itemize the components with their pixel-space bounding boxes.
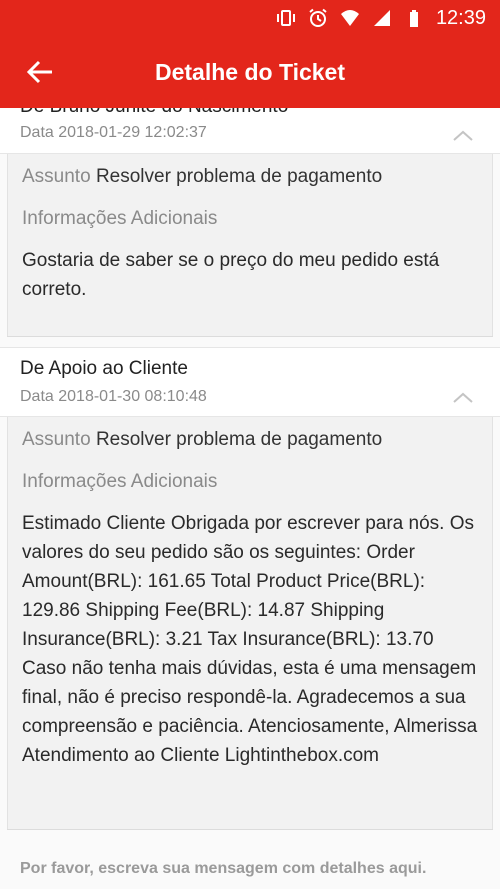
signal-icon [373, 10, 390, 26]
message-sender: De Bruno Junite do Nascimento [20, 108, 288, 118]
reply-input[interactable]: Por favor, escreva sua mensagem com deta… [20, 860, 426, 878]
message-date: Data 2018-01-30 08:10:48 [20, 388, 207, 405]
message-header[interactable]: De Bruno Junite do Nascimento Data 2018-… [0, 108, 500, 154]
app-bar: Detalhe do Ticket [0, 36, 500, 108]
additional-info-label: Informações Adicionais [22, 208, 218, 229]
battery-icon [409, 10, 418, 27]
back-arrow-icon [26, 60, 52, 84]
message-text: Estimado Cliente Obrigada por escrever p… [22, 513, 478, 766]
chevron-up-icon[interactable] [452, 128, 474, 142]
message-sender: De Apoio ao Cliente [20, 358, 188, 379]
additional-info-label: Informações Adicionais [22, 471, 218, 492]
subject-value: Resolver problema de pagamento [95, 166, 383, 187]
ticket-thread[interactable]: De Bruno Junite do Nascimento Data 2018-… [0, 108, 500, 889]
wifi-icon [340, 10, 359, 26]
back-button[interactable] [0, 36, 80, 108]
vibrate-icon [276, 10, 295, 26]
chevron-up-icon[interactable] [452, 390, 474, 404]
status-bar: 12:39 [0, 0, 500, 36]
subject-value: Resolver problema de pagamento [95, 429, 383, 450]
message-text: Gostaria de saber se o preço do meu pedi… [22, 250, 440, 300]
message-date: Data 2018-01-29 12:02:37 [20, 124, 207, 141]
subject-label: Assunto [22, 166, 91, 187]
message-body: Assunto Resolver problema de pagamento I… [7, 154, 493, 336]
message-subject: Assunto Resolver problema de pagamento [22, 164, 478, 190]
subject-label: Assunto [22, 429, 91, 450]
status-time: 12:39 [435, 6, 486, 29]
divider [7, 829, 493, 830]
message-body: Assunto Resolver problema de pagamento I… [7, 417, 493, 829]
message-subject: Assunto Resolver problema de pagamento [22, 427, 478, 453]
alarm-icon [309, 8, 327, 27]
message-header[interactable]: De Apoio ao Cliente Data 2018-01-30 08:1… [0, 347, 500, 417]
